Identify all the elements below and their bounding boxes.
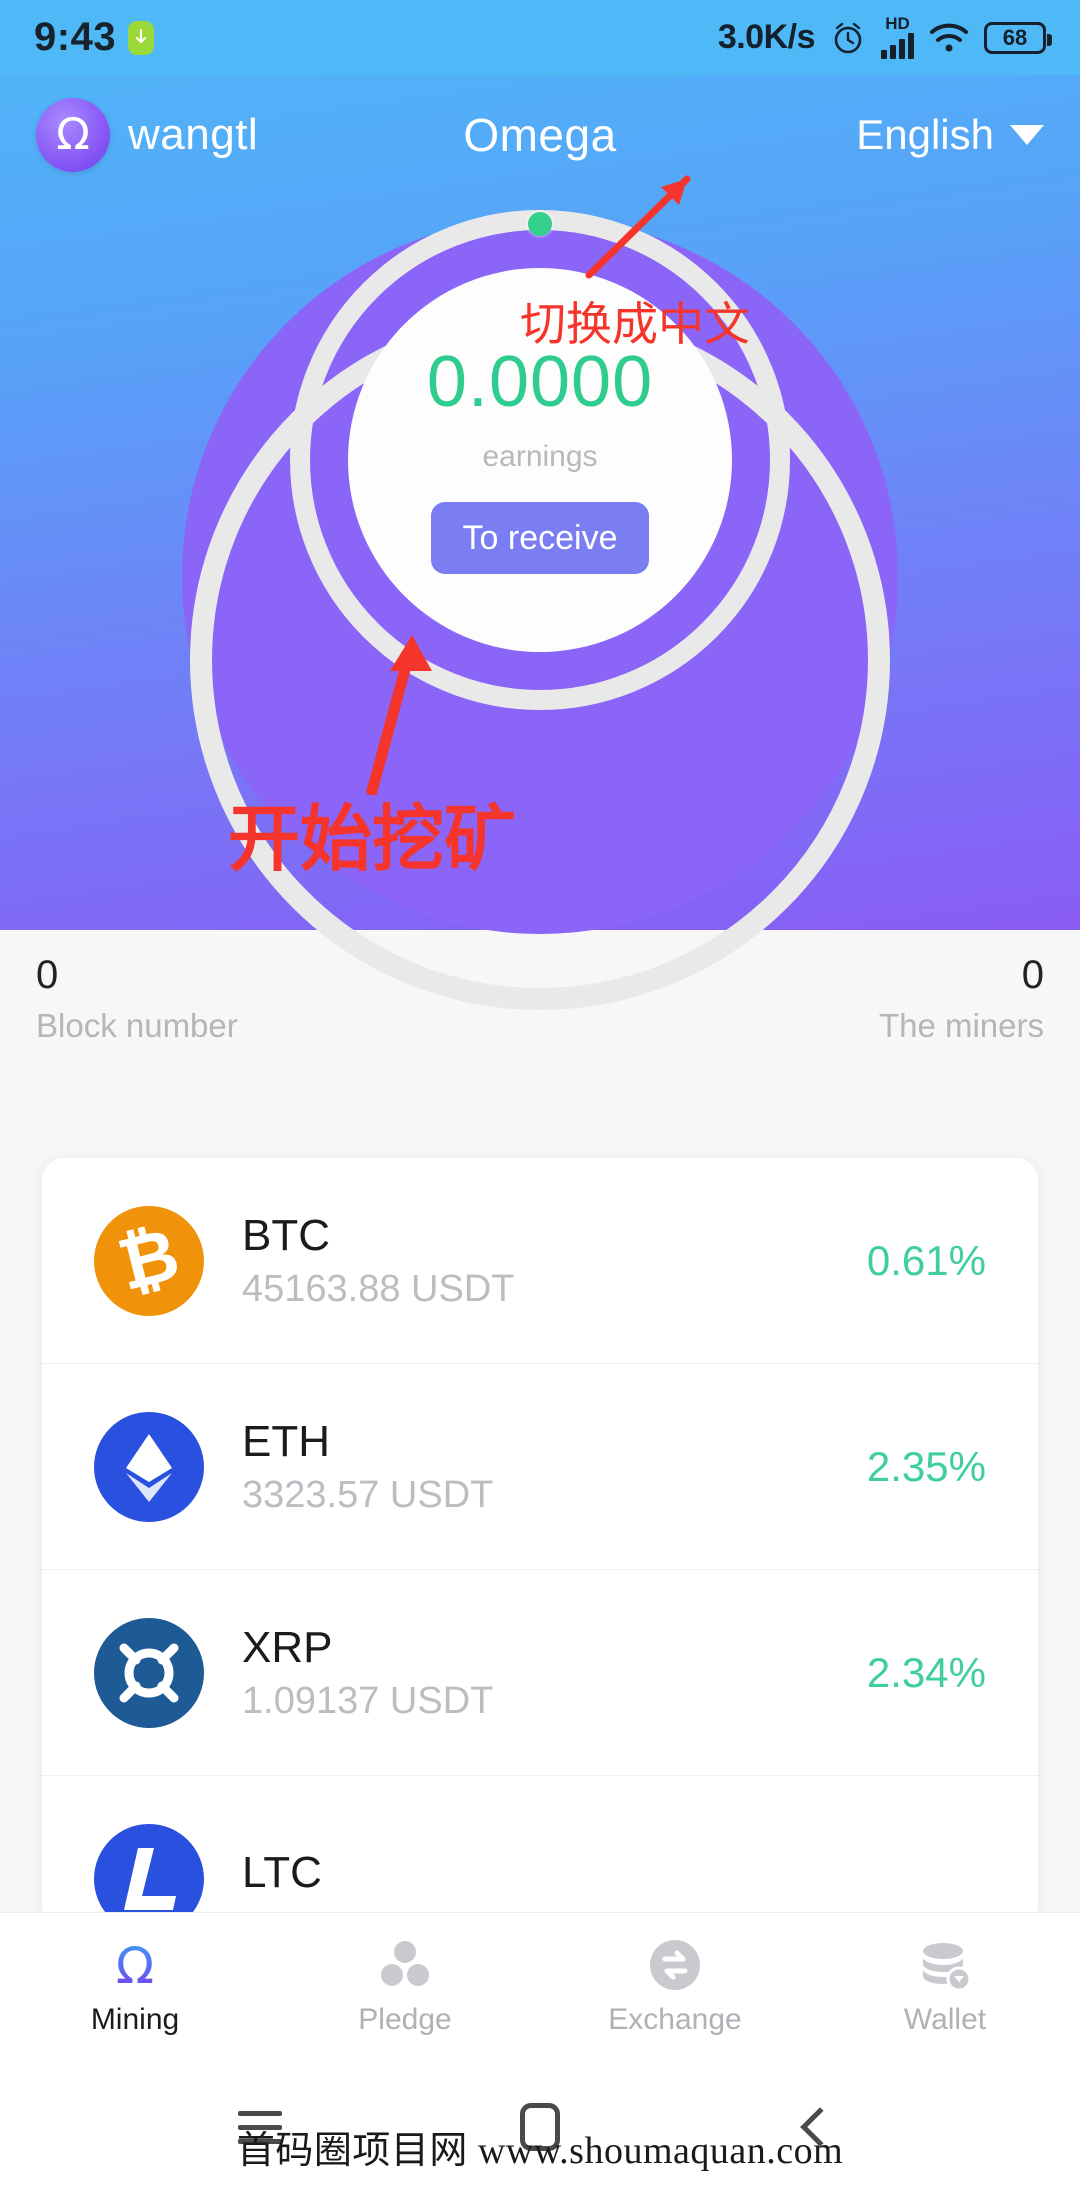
tab-label: Mining (90, 2002, 180, 2036)
alarm-clock-icon (829, 19, 867, 57)
coin-price: 45163.88 USDT (242, 1267, 515, 1310)
tab-mining[interactable]: Ω Mining (0, 1935, 270, 2035)
ring-progress-dot (528, 212, 552, 236)
table-row[interactable]: XRP 1.09137 USDT 2.34% (42, 1570, 1038, 1776)
download-badge-icon (128, 20, 155, 55)
coin-meta: BTC 45163.88 USDT (242, 1210, 867, 1310)
tab-label: Wallet (903, 2002, 987, 2036)
coin-list-card: ₿ BTC 45163.88 USDT 0.61% ETH 3323.57 US… (42, 1158, 1038, 1928)
coin-symbol: XRP (242, 1622, 333, 1672)
stat-miners: 0 The miners (879, 955, 1044, 1042)
bottom-tab-bar: Ω Mining Pledge Exchange Wallet (0, 1912, 1080, 2056)
status-bar: 9:43 3.0K/s HD 68 (0, 0, 1080, 75)
status-bar-left: 9:43 (34, 15, 155, 60)
coin-price: 1.09137 USDT (242, 1679, 494, 1722)
stat-label: Block number (36, 1007, 238, 1044)
table-row[interactable]: LTC (42, 1776, 1038, 1928)
battery-level: 68 (1002, 24, 1028, 50)
omega-icon: Ω (107, 1935, 163, 1995)
coin-change: 2.34% (866, 1648, 986, 1696)
stat-value: 0 (1021, 953, 1044, 997)
svg-text:Ω: Ω (116, 1937, 154, 1993)
chevron-down-icon (1010, 125, 1044, 145)
network-speed: 3.0K/s (717, 18, 816, 56)
nodes-icon (377, 1935, 433, 1995)
stat-label: The miners (878, 1007, 1044, 1044)
coin-symbol: LTC (242, 1848, 322, 1897)
coin-symbol: ETH (242, 1416, 330, 1466)
coins-icon (917, 1935, 973, 1995)
coin-meta: LTC (242, 1851, 986, 1907)
earnings-ring: 0.0000 earnings To receive (290, 210, 790, 710)
language-selector[interactable]: English (714, 111, 1044, 159)
coin-meta: ETH 3323.57 USDT (242, 1416, 867, 1516)
status-time: 9:43 (34, 15, 117, 59)
to-receive-button[interactable]: To receive (430, 502, 650, 574)
ethereum-icon (94, 1411, 204, 1522)
table-row[interactable]: ETH 3323.57 USDT 2.35% (42, 1364, 1038, 1570)
coin-meta: XRP 1.09137 USDT (242, 1622, 867, 1722)
omega-logo-icon: Ω (56, 109, 90, 160)
earnings-label: earnings (482, 440, 598, 473)
wifi-icon (928, 21, 970, 55)
brand-group[interactable]: Ω wangtl (36, 98, 366, 172)
status-bar-right: 3.0K/s HD 68 (717, 13, 1052, 59)
tab-wallet[interactable]: Wallet (810, 1935, 1080, 2035)
bitcoin-icon: ₿ (94, 1205, 204, 1316)
stat-block-number: 0 Block number (36, 955, 238, 1042)
coin-price: 3323.57 USDT (242, 1473, 494, 1516)
stat-value: 0 (36, 953, 59, 997)
svg-text:₿: ₿ (110, 1211, 187, 1307)
signal-bars-icon (881, 32, 914, 59)
language-label: English (856, 111, 994, 158)
tab-pledge[interactable]: Pledge (270, 1935, 540, 2035)
coin-change: 2.35% (866, 1442, 986, 1490)
ring-inner-panel: 0.0000 earnings To receive (348, 268, 732, 652)
hd-label: HD (885, 13, 910, 33)
avatar[interactable]: Ω (36, 98, 110, 172)
tab-label: Exchange (608, 2002, 742, 2036)
app-bar: Ω wangtl Omega English (0, 75, 1080, 195)
username-label: wangtl (128, 110, 259, 159)
page-title: Omega (463, 109, 617, 161)
table-row[interactable]: ₿ BTC 45163.88 USDT 0.61% (42, 1158, 1038, 1364)
ripple-icon (94, 1617, 204, 1728)
battery-icon: 68 (984, 21, 1052, 54)
stats-row: 0 Block number 0 The miners (0, 955, 1080, 1042)
watermark: 首码圈项目网 www.shoumaquan.com (236, 2130, 844, 2172)
tab-exchange[interactable]: Exchange (540, 1935, 810, 2035)
hd-signal-icon: HD (881, 13, 914, 59)
exchange-icon (647, 1935, 703, 1995)
tab-label: Pledge (358, 2002, 452, 2036)
earnings-value: 0.0000 (426, 342, 654, 422)
coin-symbol: BTC (242, 1210, 330, 1260)
coin-change: 0.61% (866, 1236, 986, 1284)
